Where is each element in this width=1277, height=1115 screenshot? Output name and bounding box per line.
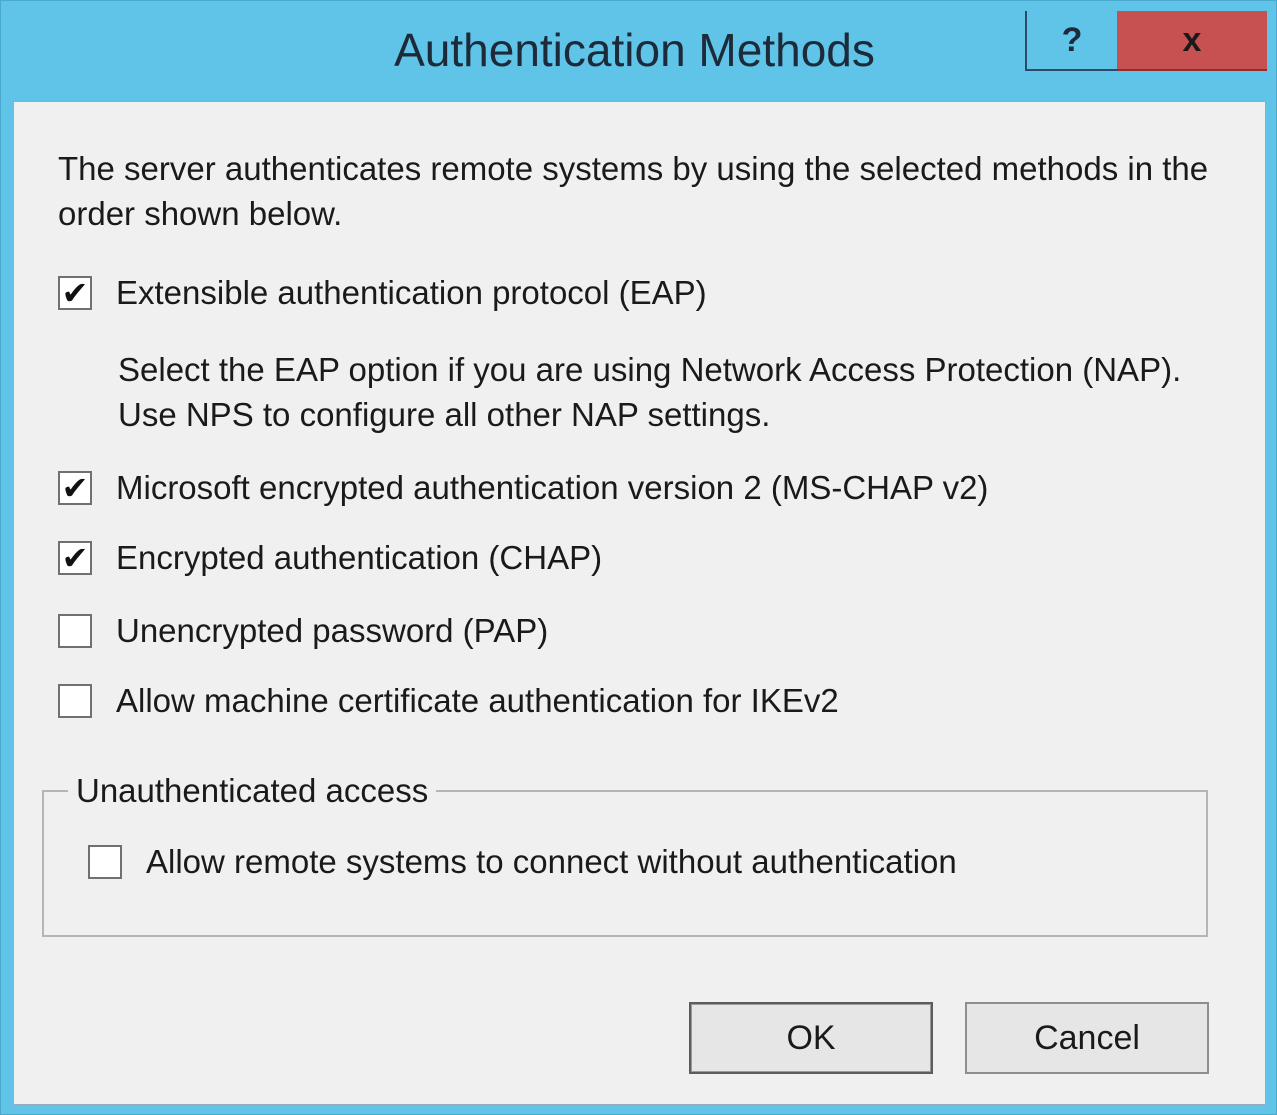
intro-text: The server authenticates remote systems … <box>58 150 1209 232</box>
checkmark-icon: ✔ <box>61 275 89 311</box>
pap-label: Unencrypted password (PAP) <box>116 612 549 649</box>
chap-label: Encrypted authentication (CHAP) <box>116 539 603 576</box>
eap-note: Select the EAP option if you are using N… <box>118 351 1182 433</box>
mschapv2-checkbox[interactable]: ✔ <box>58 471 92 505</box>
authentication-methods-dialog: Authentication Methods ? x The server au… <box>0 0 1277 1115</box>
close-button[interactable]: x <box>1117 11 1267 71</box>
unauthenticated-checkbox[interactable] <box>88 845 122 879</box>
method-row-pap[interactable]: Unencrypted password (PAP) <box>58 612 548 650</box>
method-row-ikev2[interactable]: Allow machine certificate authentication… <box>58 682 839 720</box>
title-bar[interactable]: Authentication Methods ? x <box>1 1 1277 101</box>
method-row-chap[interactable]: ✔ Encrypted authentication (CHAP) <box>58 539 602 577</box>
unauthenticated-access-title: Unauthenticated access <box>68 772 437 810</box>
cancel-button[interactable]: Cancel <box>965 1002 1209 1074</box>
help-button[interactable]: ? <box>1025 11 1117 71</box>
checkmark-icon: ✔ <box>61 470 89 506</box>
ok-button[interactable]: OK <box>689 1002 933 1074</box>
unauthenticated-row[interactable]: Allow remote systems to connect without … <box>88 843 957 881</box>
unauthenticated-label: Allow remote systems to connect without … <box>146 843 957 880</box>
dialog-content: The server authenticates remote systems … <box>13 101 1266 1105</box>
chap-checkbox[interactable]: ✔ <box>58 541 92 575</box>
eap-checkbox[interactable]: ✔ <box>58 276 92 310</box>
ikev2-checkbox[interactable] <box>58 684 92 718</box>
ikev2-label: Allow machine certificate authentication… <box>116 682 839 719</box>
method-row-mschapv2[interactable]: ✔ Microsoft encrypted authentication ver… <box>58 469 988 507</box>
checkmark-icon: ✔ <box>61 540 89 576</box>
method-row-eap[interactable]: ✔ Extensible authentication protocol (EA… <box>58 274 707 312</box>
eap-label: Extensible authentication protocol (EAP) <box>116 274 707 311</box>
close-icon: x <box>1182 20 1202 59</box>
mschapv2-label: Microsoft encrypted authentication versi… <box>116 469 989 506</box>
pap-checkbox[interactable] <box>58 614 92 648</box>
help-icon: ? <box>1061 20 1083 59</box>
